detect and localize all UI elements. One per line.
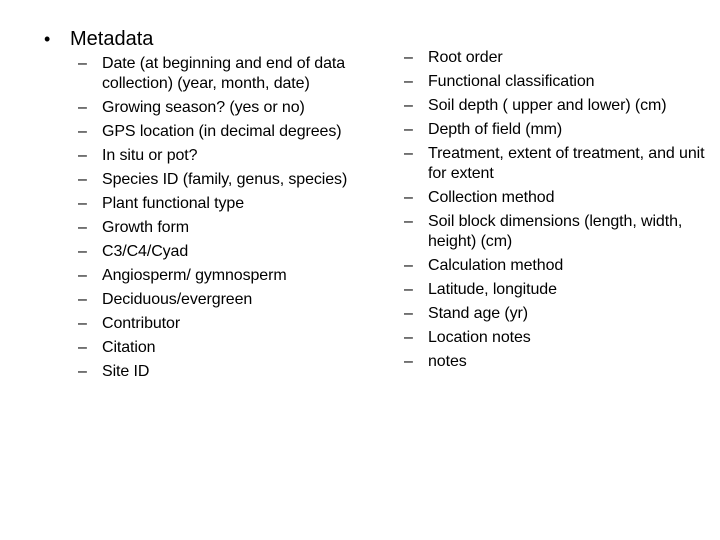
list-item-text: Functional classification (428, 73, 595, 90)
list-item-text: GPS location (in decimal degrees) (102, 123, 342, 140)
list-item-text: Location notes (428, 329, 531, 346)
list-item-text: Stand age (yr) (428, 305, 528, 322)
list-item: – Treatment, extent of treatment, and uni… (404, 144, 714, 184)
list-item: – Growth form (78, 218, 380, 238)
main-bullet-label: Metadata (70, 28, 154, 50)
slide: • Metadata – Date (at beginning and end o… (0, 0, 720, 540)
dash-icon: – (78, 315, 87, 332)
right-column: – Root order – Functional classification –… (404, 48, 714, 376)
main-bullet-metadata: • Metadata (40, 26, 380, 52)
dash-icon: – (404, 97, 413, 114)
list-item-text: Plant functional type (102, 195, 244, 212)
list-item: – Functional classification (404, 72, 714, 92)
dash-icon: – (78, 171, 87, 188)
list-item-text: Soil block dimensions (length, width, he… (428, 213, 683, 250)
dash-icon: – (78, 339, 87, 356)
dash-icon: – (404, 145, 413, 162)
list-item: – Deciduous/evergreen (78, 290, 380, 310)
list-item: – Date (at beginning and end of data coll… (78, 54, 380, 94)
left-sub-list: – Date (at beginning and end of data coll… (40, 54, 380, 382)
dash-icon: – (404, 305, 413, 322)
list-item: – C3/C4/Cyad (78, 242, 380, 262)
list-item: – Stand age (yr) (404, 304, 714, 324)
list-item: – Growing season? (yes or no) (78, 98, 380, 118)
list-item: – Collection method (404, 188, 714, 208)
list-item-text: Contributor (102, 315, 181, 332)
list-item: – Latitude, longitude (404, 280, 714, 300)
dash-icon: – (404, 257, 413, 274)
list-item: – Plant functional type (78, 194, 380, 214)
dash-icon: – (78, 55, 87, 72)
list-item: – Contributor (78, 314, 380, 334)
list-item-text: Growth form (102, 219, 189, 236)
dash-icon: – (78, 147, 87, 164)
list-item-text: Angiosperm/ gymnosperm (102, 267, 287, 284)
list-item: – Root order (404, 48, 714, 68)
list-item-text: Deciduous/evergreen (102, 291, 253, 308)
list-item: – Depth of field (mm) (404, 120, 714, 140)
list-item-text: C3/C4/Cyad (102, 243, 189, 260)
list-item: – Soil block dimensions (length, width, h… (404, 212, 714, 252)
list-item-text: Site ID (102, 363, 150, 380)
list-item-text: Treatment, extent of treatment, and unit… (428, 145, 705, 182)
dash-icon: – (404, 121, 413, 138)
dash-icon: – (404, 73, 413, 90)
right-sub-list: – Root order – Functional classification –… (404, 48, 714, 372)
dash-icon: – (78, 291, 87, 308)
dash-icon: – (404, 329, 413, 346)
list-item-text: Latitude, longitude (428, 281, 557, 298)
dash-icon: – (78, 243, 87, 260)
dash-icon: – (404, 353, 413, 370)
list-item-text: Growing season? (yes or no) (102, 99, 305, 116)
list-item-text: In situ or pot? (102, 147, 198, 164)
list-item-text: Citation (102, 339, 156, 356)
list-item-text: notes (428, 353, 467, 370)
list-item-text: Depth of field (mm) (428, 121, 563, 138)
list-item: – Species ID (family, genus, species) (78, 170, 380, 190)
list-item-text: Soil depth ( upper and lower) (cm) (428, 97, 667, 114)
bullet-icon: • (44, 29, 51, 49)
dash-icon: – (404, 49, 413, 66)
dash-icon: – (78, 219, 87, 236)
list-item-text: Species ID (family, genus, species) (102, 171, 348, 188)
dash-icon: – (404, 281, 413, 298)
list-item: – Calculation method (404, 256, 714, 276)
list-item-text: Root order (428, 49, 503, 66)
dash-icon: – (404, 189, 413, 206)
list-item: – In situ or pot? (78, 146, 380, 166)
list-item: – GPS location (in decimal degrees) (78, 122, 380, 142)
dash-icon: – (78, 123, 87, 140)
dash-icon: – (404, 213, 413, 230)
dash-icon: – (78, 99, 87, 116)
list-item: – notes (404, 352, 714, 372)
list-item: – Soil depth ( upper and lower) (cm) (404, 96, 714, 116)
dash-icon: – (78, 363, 87, 380)
left-column: • Metadata – Date (at beginning and end o… (40, 26, 380, 386)
list-item: – Angiosperm/ gymnosperm (78, 266, 380, 286)
list-item-text: Calculation method (428, 257, 564, 274)
list-item: – Location notes (404, 328, 714, 348)
list-item: – Site ID (78, 362, 380, 382)
list-item-text: Date (at beginning and end of data colle… (102, 55, 346, 92)
list-item-text: Collection method (428, 189, 555, 206)
dash-icon: – (78, 267, 87, 284)
list-item: – Citation (78, 338, 380, 358)
dash-icon: – (78, 195, 87, 212)
